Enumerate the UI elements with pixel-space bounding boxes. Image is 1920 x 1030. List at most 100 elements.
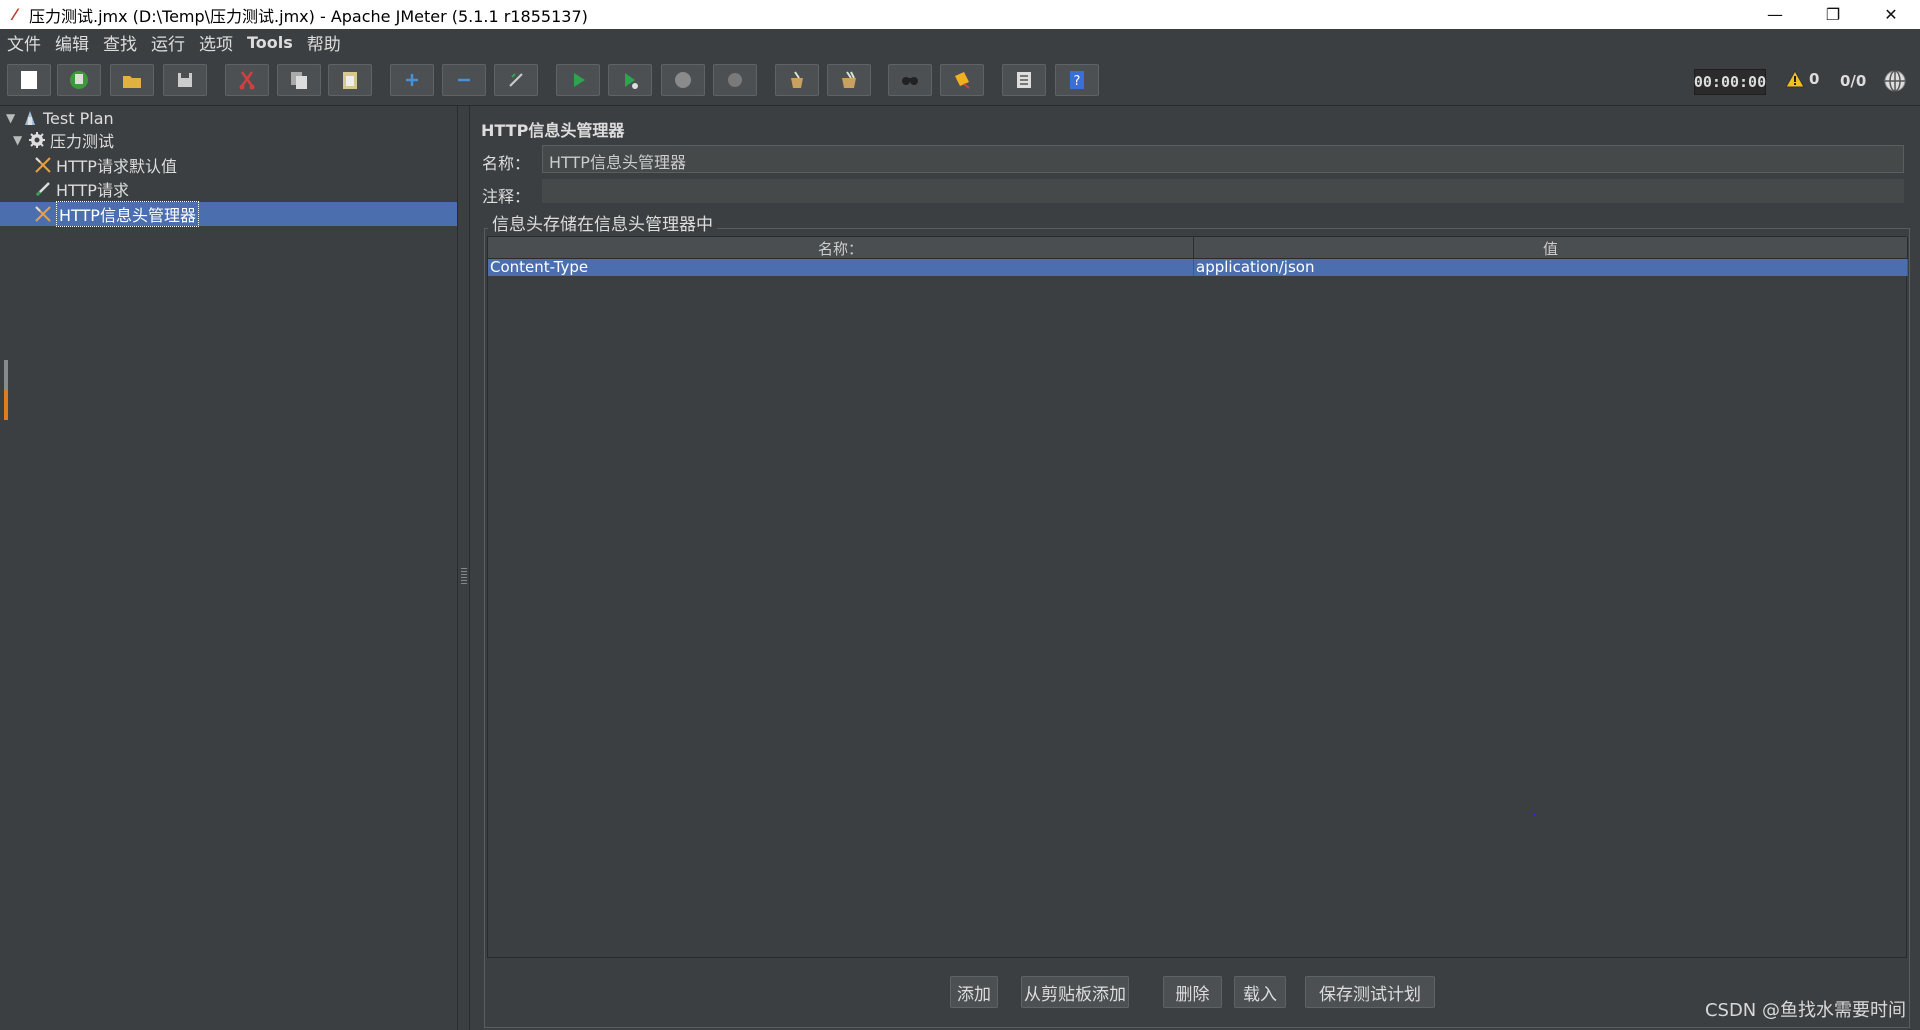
- expand-all-button[interactable]: [390, 64, 434, 96]
- reset-search-icon: [955, 72, 970, 89]
- column-header-name[interactable]: 名称：: [488, 237, 1194, 259]
- help-button[interactable]: ?: [1055, 64, 1099, 96]
- remote-globe-icon[interactable]: [1883, 69, 1907, 93]
- new-icon: [21, 71, 37, 89]
- menu-bar: 文件 编辑 查找 运行 选项 Tools 帮助: [0, 29, 1920, 56]
- name-field[interactable]: HTTP信息头管理器: [542, 145, 1904, 173]
- cell-header-name[interactable]: Content-Type: [488, 259, 1194, 276]
- tree-toggle[interactable]: ▼: [6, 111, 20, 125]
- menu-file[interactable]: 文件: [0, 30, 48, 55]
- tree-item-label: Test Plan: [43, 108, 114, 128]
- help-icon: ?: [1070, 71, 1084, 89]
- search-icon: [902, 77, 918, 85]
- reset-search-button[interactable]: [940, 64, 984, 96]
- tree-item-thread-group[interactable]: ▼ 压力测试: [13, 128, 114, 152]
- editor-panel: HTTP信息头管理器 名称： HTTP信息头管理器 注释： 信息头存储在信息头管…: [470, 106, 1920, 1030]
- tree-item-label: HTTP信息头管理器: [56, 201, 199, 227]
- paste-icon: [343, 72, 357, 89]
- add-from-clipboard-button[interactable]: 从剪贴板添加: [1021, 976, 1129, 1008]
- clear-icon: [791, 71, 803, 88]
- menu-edit[interactable]: 编辑: [48, 30, 96, 55]
- warning-icon: [1785, 70, 1805, 88]
- collapse-icon: [458, 78, 470, 82]
- delete-button[interactable]: 删除: [1163, 976, 1222, 1008]
- minimize-button[interactable]: —: [1746, 0, 1804, 29]
- comment-label: 注释：: [482, 187, 531, 206]
- function-helper-icon: [1017, 72, 1031, 88]
- toolbar: ? 00:00:00 0 0/0: [0, 56, 1920, 106]
- window-title: 压力测试.jmx (D:\Temp\压力测试.jmx) - Apache JMe…: [29, 6, 588, 26]
- tree-item-http-request[interactable]: HTTP请求: [33, 177, 129, 201]
- jmeter-feather-icon: ⁄: [13, 5, 17, 24]
- start-no-pauses-button[interactable]: [608, 64, 652, 96]
- group-title: 信息头存储在信息头管理器中: [488, 210, 717, 235]
- table-header: 名称： 值: [488, 237, 1908, 259]
- tree-item-header-manager[interactable]: HTTP信息头管理器: [0, 201, 457, 227]
- copy-button[interactable]: [277, 64, 321, 96]
- headers-table: 名称： 值 Content-Type application/json: [487, 236, 1908, 958]
- table-row[interactable]: Content-Type application/json: [488, 259, 1908, 276]
- menu-run[interactable]: 运行: [144, 30, 192, 55]
- elapsed-time-display: 00:00:00: [1694, 69, 1766, 95]
- test-plan-tree: ▼ Test Plan ▼ 压力测试 HTTP请求默认值 HTTP请求 HTTP…: [0, 106, 458, 1030]
- cut-button[interactable]: [225, 64, 269, 96]
- warning-count: 0: [1809, 70, 1820, 88]
- panel-splitter[interactable]: [458, 106, 470, 1030]
- open-button[interactable]: [110, 64, 154, 96]
- templates-icon: [70, 71, 88, 89]
- clear-all-button[interactable]: [827, 64, 871, 96]
- function-helper-button[interactable]: [1002, 64, 1046, 96]
- svg-text:?: ?: [1074, 74, 1081, 89]
- tree-item-test-plan[interactable]: ▼ Test Plan: [6, 106, 114, 130]
- sampler-icon: [33, 179, 53, 199]
- clear-button[interactable]: [775, 64, 819, 96]
- templates-button[interactable]: [57, 64, 101, 96]
- tree-item-label: HTTP请求默认值: [56, 157, 177, 176]
- tree-item-label: HTTP请求: [56, 181, 129, 200]
- active-threads: 0/0: [1840, 72, 1867, 90]
- shutdown-icon: [728, 73, 742, 87]
- collapse-all-button[interactable]: [442, 64, 486, 96]
- load-button[interactable]: 载入: [1234, 976, 1286, 1008]
- toggle-button[interactable]: [494, 64, 538, 96]
- name-label: 名称：: [482, 154, 531, 173]
- tree-item-http-defaults[interactable]: HTTP请求默认值: [33, 153, 177, 177]
- shutdown-button[interactable]: [713, 64, 757, 96]
- toggle-icon: [509, 73, 523, 87]
- menu-options[interactable]: 选项: [192, 30, 240, 55]
- page-title: HTTP信息头管理器: [481, 121, 625, 140]
- column-header-value[interactable]: 值: [1194, 237, 1908, 259]
- stop-button[interactable]: [661, 64, 705, 96]
- window-titlebar: ⁄ 压力测试.jmx (D:\Temp\压力测试.jmx) - Apache J…: [0, 0, 1920, 29]
- save-icon: [178, 73, 192, 87]
- start-no-pause-icon: [625, 73, 638, 89]
- warning-indicator[interactable]: 0: [1785, 70, 1819, 88]
- action-buttons: 添加 从剪贴板添加 删除 载入 保存测试计划: [470, 972, 1920, 1012]
- splitter-grip[interactable]: [461, 566, 467, 584]
- stop-icon: [675, 72, 691, 88]
- cell-header-value[interactable]: application/json: [1194, 259, 1908, 276]
- cut-icon: [239, 71, 255, 90]
- start-button[interactable]: [556, 64, 600, 96]
- menu-help[interactable]: 帮助: [300, 30, 348, 55]
- window-controls: — ❐ ✕: [1746, 0, 1920, 29]
- search-button[interactable]: [888, 64, 932, 96]
- save-button[interactable]: [163, 64, 207, 96]
- paste-button[interactable]: [328, 64, 372, 96]
- expand-icon: [406, 74, 418, 86]
- restore-button[interactable]: ❐: [1804, 0, 1862, 29]
- tree-toggle[interactable]: ▼: [13, 133, 27, 147]
- menu-search[interactable]: 查找: [96, 30, 144, 55]
- save-test-plan-button[interactable]: 保存测试计划: [1305, 976, 1435, 1008]
- menu-tools[interactable]: Tools: [240, 33, 300, 52]
- close-button[interactable]: ✕: [1862, 0, 1920, 29]
- config-element-icon: [33, 204, 53, 224]
- comment-field[interactable]: [542, 179, 1904, 203]
- open-icon: [123, 76, 141, 88]
- stray-pixel: [1533, 813, 1535, 815]
- scroll-marker: [4, 360, 8, 420]
- add-button[interactable]: 添加: [950, 976, 998, 1008]
- clear-all-icon: [842, 71, 856, 88]
- watermark: CSDN @鱼找水需要时间: [1704, 1000, 1906, 1021]
- new-button[interactable]: [7, 64, 51, 96]
